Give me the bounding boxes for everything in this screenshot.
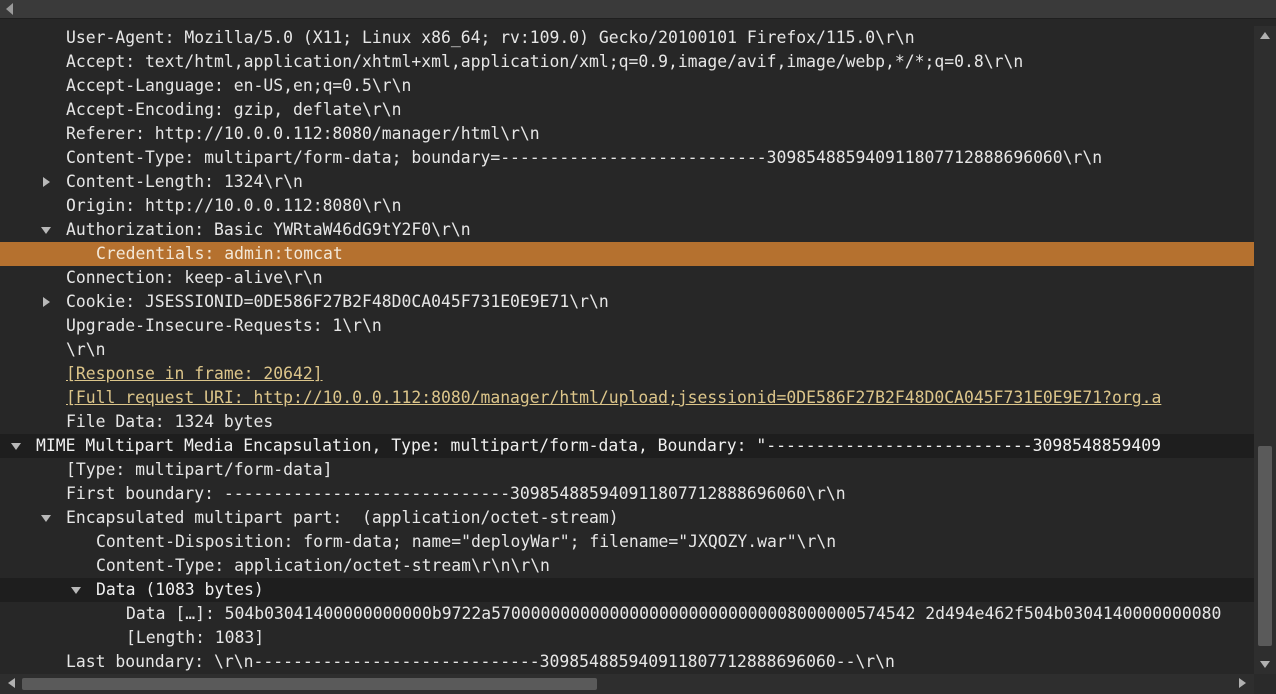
- tree-row-data[interactable]: Data (1083 bytes): [0, 578, 1254, 602]
- tree-row-content-disposition[interactable]: Content-Disposition: form-data; name="de…: [0, 530, 1254, 554]
- row-text: Authorization: Basic YWRtaW46dG9tY2F0\r\…: [66, 220, 471, 239]
- row-text: Credentials: admin:tomcat: [96, 244, 343, 263]
- top-horizontal-scrollbar[interactable]: [0, 0, 1276, 19]
- tree-row-cookie[interactable]: Cookie: JSESSIONID=0DE586F27B2F48D0CA045…: [0, 290, 1254, 314]
- row-text: Data […]: 504b03041400000000000b9722a570…: [126, 604, 1222, 623]
- collapse-arrow-icon[interactable]: [71, 587, 81, 594]
- row-text: Last boundary: \r\n---------------------…: [66, 652, 895, 671]
- tree-row-origin[interactable]: Origin: http://10.0.0.112:8080\r\n: [0, 194, 1254, 218]
- row-text: Origin: http://10.0.0.112:8080\r\n: [66, 196, 402, 215]
- row-text: Data (1083 bytes): [96, 580, 264, 599]
- tree-row-file-data[interactable]: File Data: 1324 bytes: [0, 410, 1254, 434]
- row-text: MIME Multipart Media Encapsulation, Type…: [36, 436, 1161, 455]
- row-text: Accept: text/html,application/xhtml+xml,…: [66, 52, 1024, 71]
- row-text: File Data: 1324 bytes: [66, 412, 274, 431]
- tree-row-encapsulated-part[interactable]: Encapsulated multipart part: (applicatio…: [0, 506, 1254, 530]
- collapse-arrow-icon[interactable]: [41, 515, 51, 522]
- scroll-right-icon[interactable]: [1239, 678, 1246, 688]
- response-frame-link[interactable]: [Response in frame: 20642]: [66, 362, 323, 386]
- tree-row-credentials[interactable]: Credentials: admin:tomcat: [0, 242, 1254, 266]
- row-text: Content-Disposition: form-data; name="de…: [96, 532, 837, 551]
- tree-row-user-agent[interactable]: User-Agent: Mozilla/5.0 (X11; Linux x86_…: [0, 26, 1254, 50]
- tree-row-data-bytes[interactable]: Data […]: 504b03041400000000000b9722a570…: [0, 602, 1254, 626]
- row-text: Accept-Encoding: gzip, deflate\r\n: [66, 100, 402, 119]
- horizontal-scroll-thumb[interactable]: [22, 678, 597, 690]
- scroll-left-icon[interactable]: [6, 3, 13, 15]
- tree-row-authorization[interactable]: Authorization: Basic YWRtaW46dG9tY2F0\r\…: [0, 218, 1254, 242]
- collapse-arrow-icon[interactable]: [41, 227, 51, 234]
- horizontal-scrollbar[interactable]: [0, 674, 1254, 694]
- row-text: Content-Length: 1324\r\n: [66, 172, 303, 191]
- tree-row-full-request-uri[interactable]: [Full request URI: http://10.0.0.112:808…: [0, 386, 1254, 410]
- packet-details-tree[interactable]: User-Agent: Mozilla/5.0 (X11; Linux x86_…: [0, 26, 1254, 674]
- tree-row-data-length[interactable]: [Length: 1083]: [0, 626, 1254, 650]
- row-text: Content-Type: multipart/form-data; bound…: [66, 148, 1103, 167]
- row-text: Accept-Language: en-US,en;q=0.5\r\n: [66, 76, 412, 95]
- row-text: Upgrade-Insecure-Requests: 1\r\n: [66, 316, 382, 335]
- tree-row-part-content-type[interactable]: Content-Type: application/octet-stream\r…: [0, 554, 1254, 578]
- scroll-left-icon[interactable]: [8, 678, 15, 688]
- vertical-scrollbar[interactable]: [1254, 26, 1276, 674]
- row-text: [Type: multipart/form-data]: [66, 460, 333, 479]
- row-text: [Length: 1083]: [126, 628, 265, 647]
- tree-row-upgrade-insecure-requests[interactable]: Upgrade-Insecure-Requests: 1\r\n: [0, 314, 1254, 338]
- tree-row-crlf[interactable]: \r\n: [0, 338, 1254, 362]
- row-text: \r\n: [66, 340, 106, 359]
- scrollbar-corner: [1254, 674, 1276, 694]
- row-text: Cookie: JSESSIONID=0DE586F27B2F48D0CA045…: [66, 292, 609, 311]
- tree-row-mime-type[interactable]: [Type: multipart/form-data]: [0, 458, 1254, 482]
- tree-row-content-length[interactable]: Content-Length: 1324\r\n: [0, 170, 1254, 194]
- row-text: Referer: http://10.0.0.112:8080/manager/…: [66, 124, 540, 143]
- tree-row-mime-multipart[interactable]: MIME Multipart Media Encapsulation, Type…: [0, 434, 1254, 458]
- row-text: Encapsulated multipart part: (applicatio…: [66, 508, 619, 527]
- expand-arrow-icon[interactable]: [43, 177, 50, 187]
- tree-row-referer[interactable]: Referer: http://10.0.0.112:8080/manager/…: [0, 122, 1254, 146]
- scroll-up-icon[interactable]: [1260, 32, 1270, 39]
- vertical-scroll-thumb[interactable]: [1258, 446, 1272, 646]
- tree-row-first-boundary[interactable]: First boundary: ------------------------…: [0, 482, 1254, 506]
- row-text: Content-Type: application/octet-stream\r…: [96, 556, 550, 575]
- collapse-arrow-icon[interactable]: [11, 443, 21, 450]
- expand-arrow-icon[interactable]: [43, 297, 50, 307]
- row-text: First boundary: ------------------------…: [66, 484, 846, 503]
- tree-row-content-type[interactable]: Content-Type: multipart/form-data; bound…: [0, 146, 1254, 170]
- tree-row-response-in-frame[interactable]: [Response in frame: 20642]: [0, 362, 1254, 386]
- tree-row-accept-encoding[interactable]: Accept-Encoding: gzip, deflate\r\n: [0, 98, 1254, 122]
- tree-row-accept[interactable]: Accept: text/html,application/xhtml+xml,…: [0, 50, 1254, 74]
- tree-row-last-boundary[interactable]: Last boundary: \r\n---------------------…: [0, 650, 1254, 674]
- scroll-down-icon[interactable]: [1260, 661, 1270, 668]
- tree-row-connection[interactable]: Connection: keep-alive\r\n: [0, 266, 1254, 290]
- row-text: Connection: keep-alive\r\n: [66, 268, 323, 287]
- full-request-uri-link[interactable]: [Full request URI: http://10.0.0.112:808…: [66, 386, 1161, 410]
- row-text: User-Agent: Mozilla/5.0 (X11; Linux x86_…: [66, 28, 915, 47]
- tree-row-accept-language[interactable]: Accept-Language: en-US,en;q=0.5\r\n: [0, 74, 1254, 98]
